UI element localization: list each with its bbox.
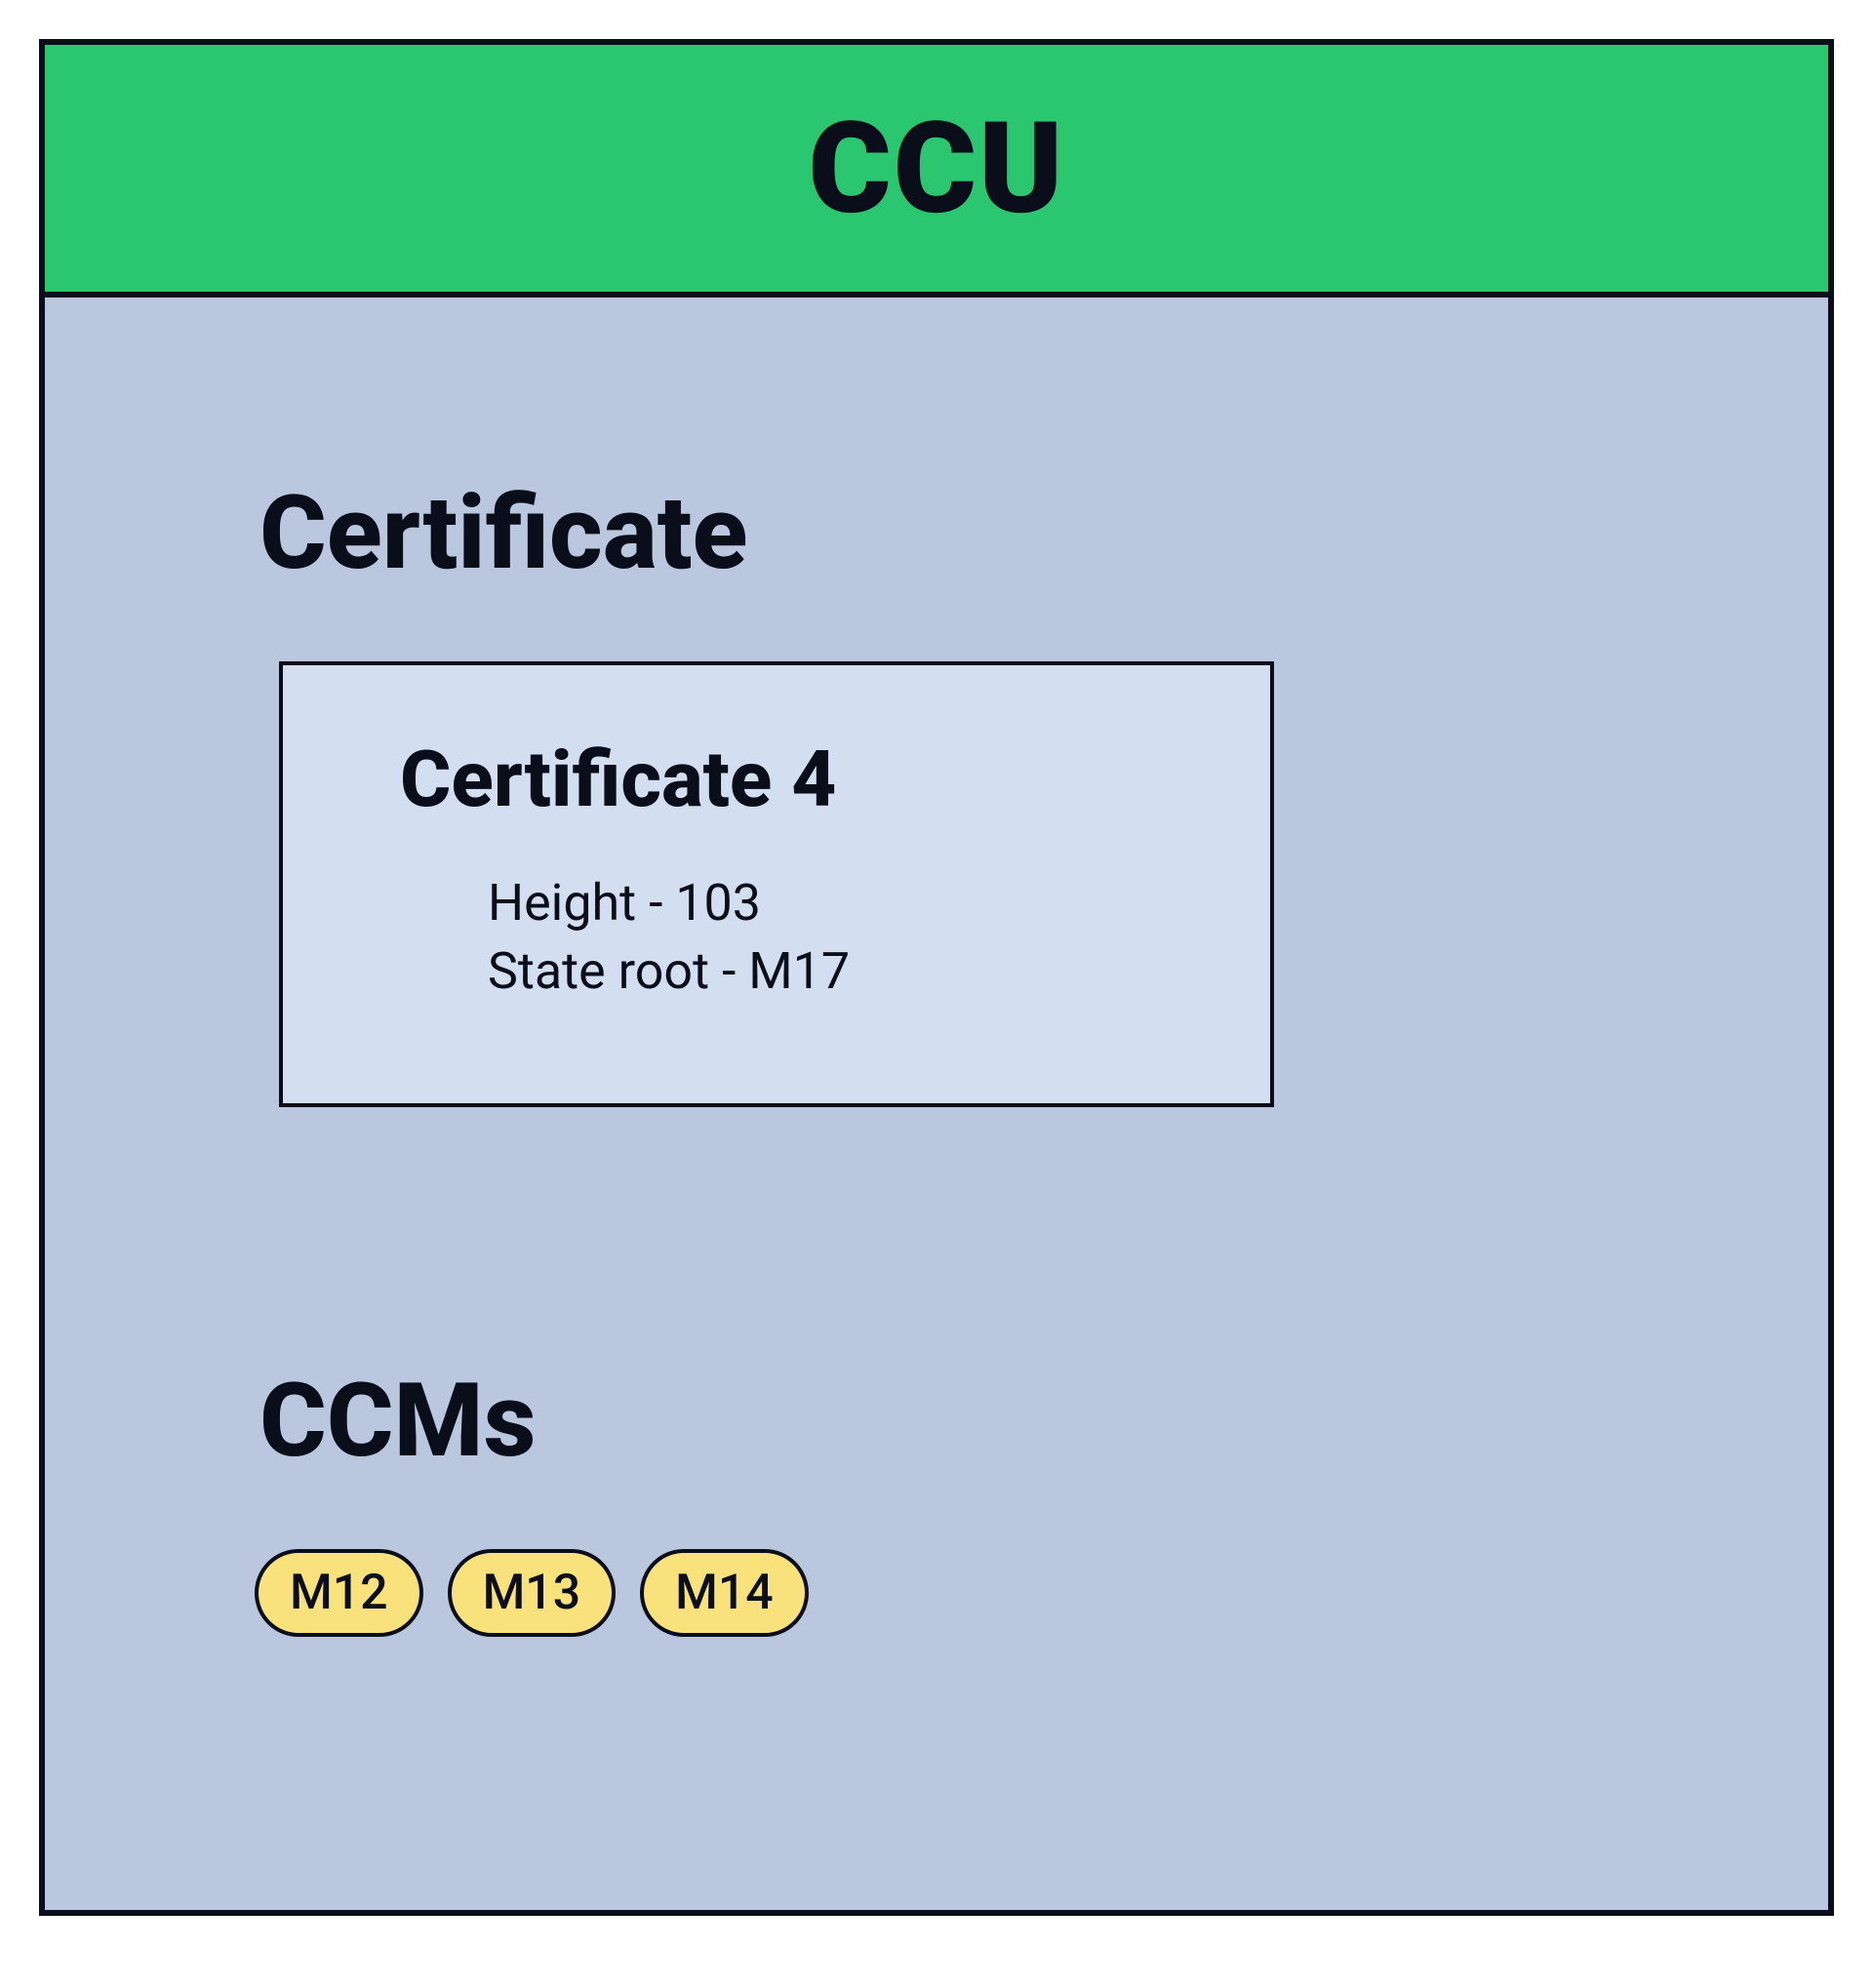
- ccms-section-title: CCMs: [259, 1361, 1614, 1481]
- ccms-pill-row: M12 M13 M14: [255, 1549, 1614, 1637]
- ccm-pill: M14: [640, 1549, 809, 1637]
- ccu-container: CCU Certificate Certificate 4 Height - 1…: [39, 39, 1834, 1916]
- certificate-box: Certificate 4 Height - 103 State root - …: [279, 661, 1274, 1107]
- ccms-section: CCMs M12 M13 M14: [259, 1361, 1614, 1637]
- ccu-title: CCU: [45, 94, 1828, 243]
- certificate-name: Certificate 4: [400, 734, 1192, 825]
- certificate-height: Height - 103: [488, 869, 1192, 937]
- ccu-body: Certificate Certificate 4 Height - 103 S…: [45, 298, 1828, 1910]
- ccu-header: CCU: [45, 45, 1828, 298]
- certificate-section-title: Certificate: [259, 473, 1614, 593]
- certificate-state-root: State root - M17: [488, 937, 1192, 1006]
- ccm-pill: M13: [448, 1549, 617, 1637]
- ccm-pill: M12: [255, 1549, 423, 1637]
